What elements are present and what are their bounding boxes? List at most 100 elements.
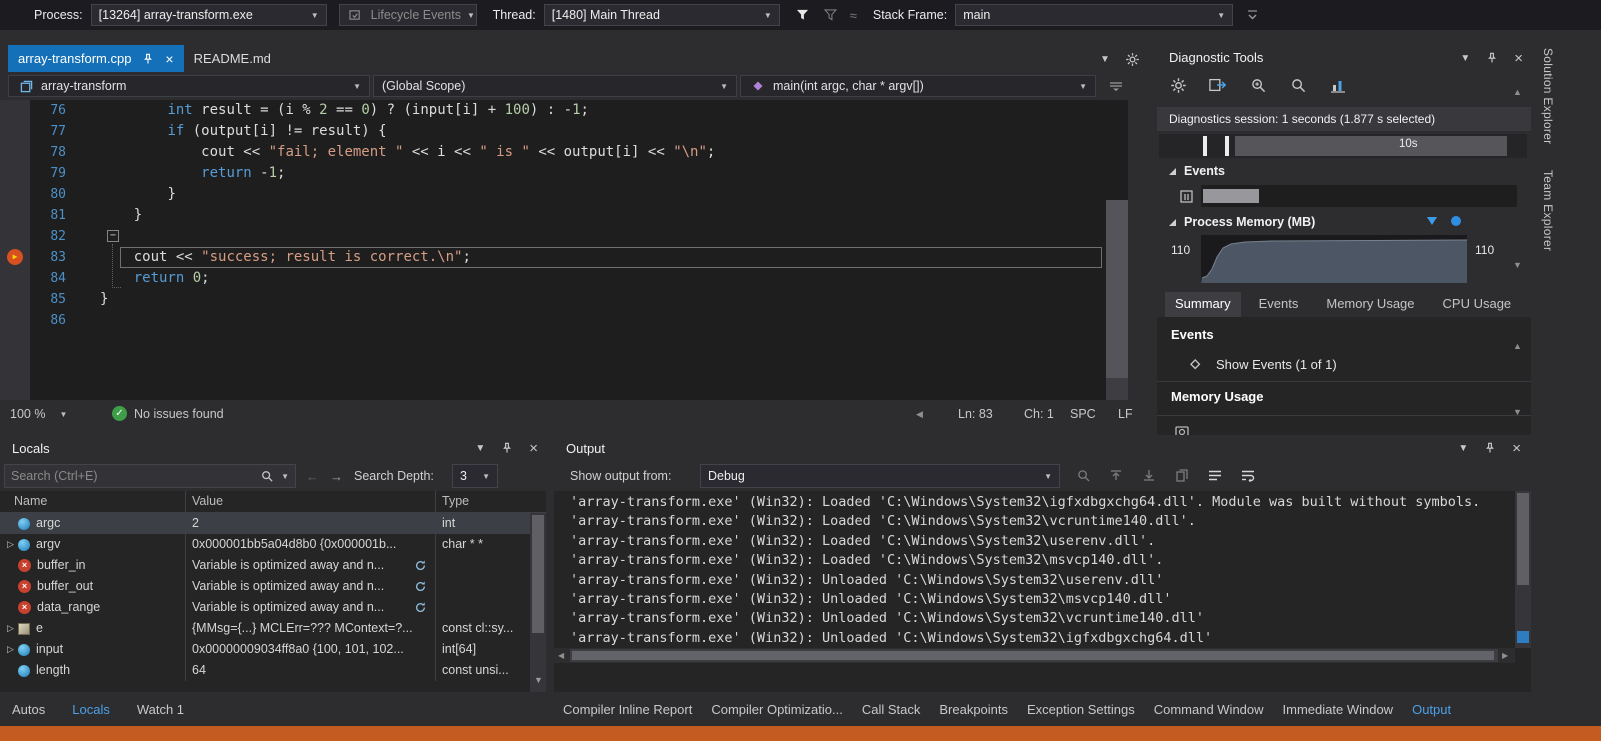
panel-tab-compiler-optimizatio[interactable]: Compiler Optimizatio... [711,702,842,717]
breakpoint-margin-cell[interactable] [0,100,30,121]
pin-icon[interactable] [1483,49,1501,67]
process-memory-section-header[interactable]: Process Memory (MB) [1169,215,1315,229]
lifecycle-events-dropdown[interactable]: Lifecycle Events ▼ [339,4,477,26]
panel-tab-autos[interactable]: Autos [12,702,45,717]
locals-column-header-name[interactable]: Name [0,491,186,513]
panel-tab-watch-1[interactable]: Watch 1 [137,702,184,717]
code-line[interactable]: 80 } [0,184,1128,205]
scroll-down-icon[interactable]: ▼ [1513,407,1522,417]
goto-prev-message-icon[interactable] [1107,466,1125,484]
locals-row-data-range[interactable]: ×data_rangeVariable is optimized away an… [0,597,530,618]
suspend-threads-icon[interactable]: ≈ [850,8,857,23]
breakpoint-margin-cell[interactable] [0,205,30,226]
document-tab-readme-md[interactable]: README.md [184,45,281,72]
locals-row-e[interactable]: ▷e{MMsg={...} MCLErr=??? MContext=?...co… [0,618,530,639]
zoom-control[interactable]: 100 % ▼ [10,407,67,421]
search-box[interactable]: ▼ [4,464,296,488]
locals-row-argc[interactable]: argc2int [0,513,530,534]
search-forward-icon[interactable]: → [330,469,343,484]
locals-row-argv[interactable]: ▷argv0x000001bb5a04d8b0 {0x000001b...cha… [0,534,530,555]
pin-icon[interactable] [498,439,516,457]
output-hscrollbar[interactable]: ◀ ▶ [554,648,1515,663]
diagnostics-tab-memory-usage[interactable]: Memory Usage [1316,292,1424,317]
close-icon[interactable]: × [1512,440,1521,457]
sidebar-vertical-tab-team-explorer[interactable]: Team Explorer [1541,170,1555,251]
breakpoint-margin-cell[interactable] [0,226,30,247]
timeline-band[interactable] [1235,136,1507,156]
editor-scrollbar-thumb[interactable] [1106,200,1128,378]
window-position-icon[interactable]: ▼ [1458,443,1468,454]
toolbar-overflow-icon[interactable] [1243,6,1261,24]
locals-column-header-type[interactable]: Type [436,491,546,513]
refresh-icon[interactable] [411,578,429,596]
stack-frame-dropdown[interactable]: main ▼ [955,4,1233,26]
expander-icon[interactable]: ▷ [4,639,17,660]
locals-search-input[interactable] [11,469,253,483]
expander-icon[interactable]: ▷ [4,534,17,555]
find-message-icon[interactable] [1074,466,1092,484]
show-events-link[interactable]: Show Events (1 of 1) [1187,355,1337,373]
code-line[interactable]: 84 return 0; [0,268,1128,289]
code-line[interactable]: 79 return -1; [0,163,1128,184]
pin-icon[interactable] [139,50,157,68]
locals-column-header-value[interactable]: Value [186,491,436,513]
scroll-up-icon[interactable]: ▲ [1513,341,1522,351]
code-editor[interactable]: 76 int result = (i % 2 == 0) ? (input[i]… [0,100,1128,400]
hscrollbar-thumb[interactable] [572,651,1494,660]
diagnostics-tab-events[interactable]: Events [1249,292,1309,317]
breakpoint-margin-cell[interactable] [0,184,30,205]
fold-collapse-icon[interactable]: − [107,230,119,242]
code-line[interactable]: 76 int result = (i % 2 == 0) ? (input[i]… [0,100,1128,121]
section-expander-icon[interactable] [1169,168,1176,175]
search-back-icon[interactable]: ← [306,469,319,484]
refresh-icon[interactable] [411,599,429,617]
goto-next-message-icon[interactable] [1140,466,1158,484]
panel-tab-output[interactable]: Output [1412,702,1451,717]
clear-all-icon[interactable] [1206,466,1224,484]
breakpoint-margin-cell[interactable] [0,142,30,163]
filter-threads-icon[interactable] [794,6,812,24]
zoom-in-icon[interactable] [1249,76,1267,94]
code-line[interactable]: ▶83 cout << "success; result is correct.… [0,247,1128,268]
locals-row-length[interactable]: length64const unsi... [0,660,530,681]
process-dropdown[interactable]: [13264] array-transform.exe ▼ [91,4,327,26]
active-files-chevron-icon[interactable]: ▼ [1100,54,1110,65]
breakpoint-margin-cell[interactable] [0,289,30,310]
copy-icon[interactable] [1173,466,1191,484]
panel-tab-immediate-window[interactable]: Immediate Window [1283,702,1394,717]
pin-icon[interactable] [1481,439,1499,457]
settings-gear-icon[interactable] [1169,76,1187,94]
scroll-down-icon[interactable]: ▼ [534,675,543,685]
word-wrap-icon[interactable] [1239,466,1257,484]
timeline-selection-handle[interactable] [1225,136,1229,156]
create-report-icon[interactable] [1209,76,1227,94]
window-position-icon[interactable]: ▼ [1460,53,1470,64]
scroll-right-icon[interactable]: ▶ [1502,651,1508,660]
document-tab-array-transform-cpp[interactable]: array-transform.cpp× [8,45,184,72]
breakpoint-margin-cell[interactable] [0,268,30,289]
window-position-icon[interactable]: ▼ [475,443,485,454]
code-line[interactable]: 85} [0,289,1128,310]
code-line[interactable]: 82 [0,226,1128,247]
breakpoint-margin-cell[interactable] [0,163,30,184]
refresh-icon[interactable] [411,557,429,575]
search-icon[interactable] [258,467,276,485]
breakpoint-margin-cell[interactable] [0,310,30,331]
breakpoint-margin-cell[interactable]: ▶ [0,247,30,268]
filter-flagged-icon[interactable] [822,6,840,24]
expander-icon[interactable]: ▷ [4,618,17,639]
chevron-down-icon[interactable]: ▼ [281,472,289,481]
hscroll-left-icon[interactable]: ◀ [916,409,923,420]
locals-row-buffer-in[interactable]: ×buffer_inVariable is optimized away and… [0,555,530,576]
vscrollbar-thumb[interactable] [1517,493,1529,585]
options-gear-icon[interactable] [1124,50,1142,68]
scroll-up-icon[interactable]: ▲ [1513,87,1522,97]
output-console[interactable]: 'array-transform.exe' (Win32): Loaded 'C… [554,491,1515,648]
issues-status[interactable]: No issues found [134,407,224,421]
sidebar-vertical-tab-solution-explorer[interactable]: Solution Explorer [1541,48,1555,144]
section-expander-icon[interactable] [1169,219,1176,226]
code-line[interactable]: 77 if (output[i] != result) { [0,121,1128,142]
breakpoint-margin-cell[interactable] [0,121,30,142]
output-header[interactable]: Output [554,435,1531,461]
panel-tab-exception-settings[interactable]: Exception Settings [1027,702,1135,717]
